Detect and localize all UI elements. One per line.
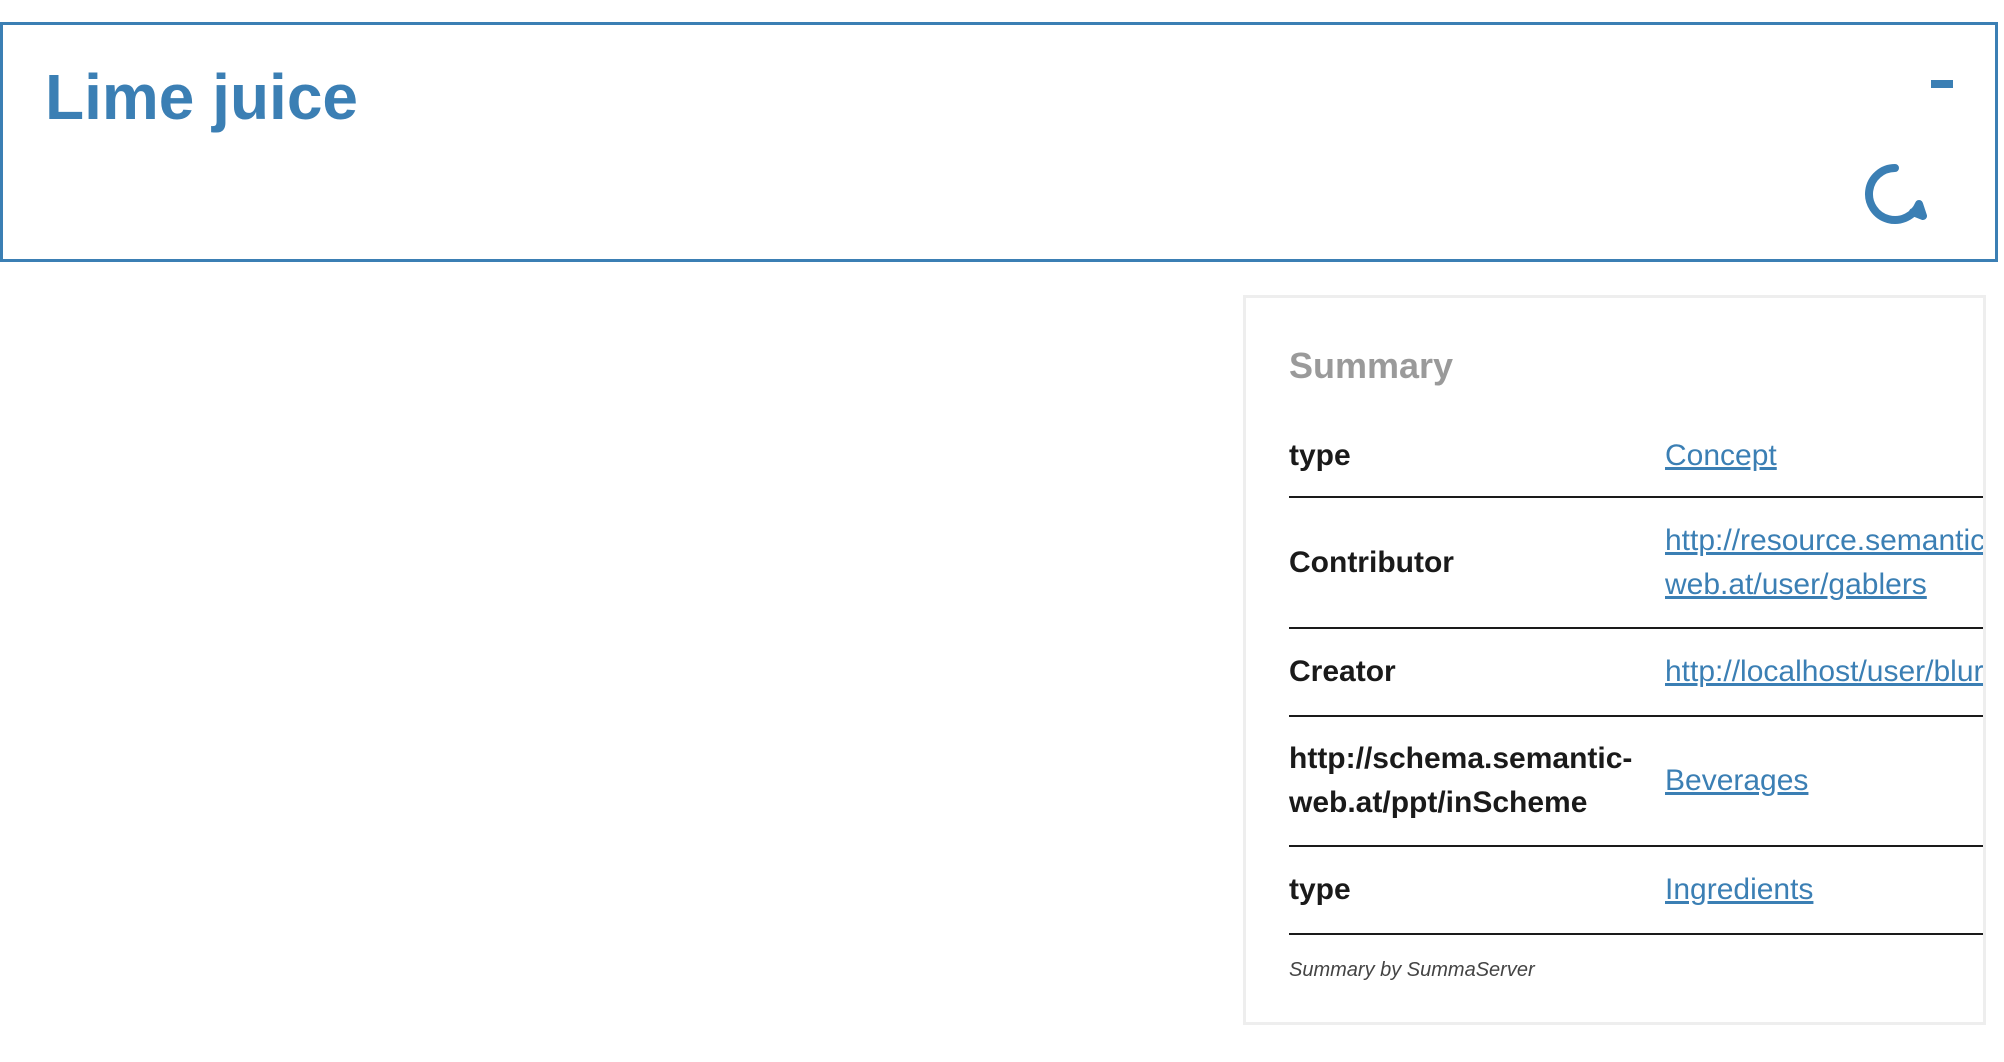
property-label: Contributor <box>1289 497 1665 629</box>
property-label: type <box>1289 846 1665 935</box>
label-line: http://schema.semantic- <box>1289 742 1633 775</box>
table-row: http://schema.semantic-web.at/ppt/inSche… <box>1289 716 1983 847</box>
entity-header: Lime juice <box>0 22 1998 262</box>
table-row: type Ingredients <box>1289 846 1983 935</box>
link-line: web.at/user/gablers <box>1665 567 1927 601</box>
value-link-creator[interactable]: http://localhost/user/blur <box>1665 655 1983 688</box>
collapse-button[interactable] <box>1931 80 1953 88</box>
link-line: http://resource.semantic- <box>1665 523 1986 557</box>
summary-panel: Summary type Concept Contributor http://… <box>1243 295 1986 1025</box>
property-label: type <box>1289 416 1665 498</box>
page-title: Lime juice <box>45 61 358 133</box>
minus-icon <box>1931 80 1953 88</box>
chat-bubble-icon[interactable] <box>1861 160 1929 228</box>
property-value: Ingredients <box>1665 846 1983 935</box>
property-value: http://resource.semantic-web.at/user/gab… <box>1665 497 1986 629</box>
value-link-contributor[interactable]: http://resource.semantic-web.at/user/gab… <box>1665 519 1986 607</box>
property-label: http://schema.semantic-web.at/ppt/inSche… <box>1289 716 1665 847</box>
summary-heading: Summary <box>1289 345 1454 386</box>
property-value: http://localhost/user/blur <box>1665 628 1983 717</box>
value-link-beverages[interactable]: Beverages <box>1665 764 1808 797</box>
summary-table: type Concept Contributor http://resource… <box>1289 416 1986 935</box>
summary-footer: Summary by SummaServer <box>1289 959 1535 981</box>
page: Lime juice Summary type Concept Contribu… <box>0 0 2004 1062</box>
value-link-concept[interactable]: Concept <box>1665 439 1777 472</box>
property-value: Concept <box>1665 416 1983 498</box>
table-row: Contributor http://resource.semantic-web… <box>1289 497 1986 629</box>
label-line: web.at/ppt/inScheme <box>1289 786 1588 819</box>
table-row: Creator http://localhost/user/blur <box>1289 628 1983 717</box>
property-value: Beverages <box>1665 716 1983 847</box>
property-label: Creator <box>1289 628 1665 717</box>
value-link-ingredients[interactable]: Ingredients <box>1665 873 1813 906</box>
table-row: type Concept <box>1289 416 1983 498</box>
